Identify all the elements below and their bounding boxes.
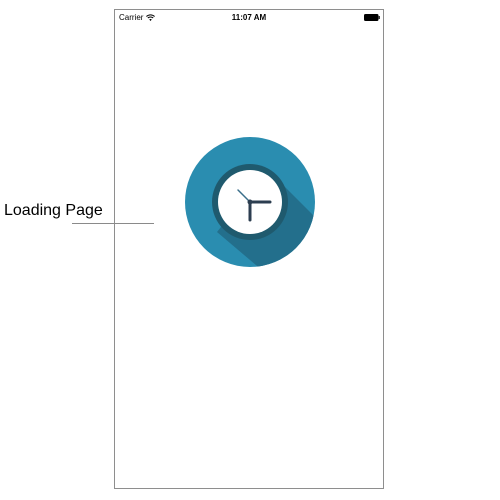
phone-frame: Carrier 11:07 AM [114,9,384,489]
clock-icon [185,137,315,267]
status-bar: Carrier 11:07 AM [115,10,383,27]
canvas: Carrier 11:07 AM Loading Page [0,0,500,500]
status-time: 11:07 AM [231,13,267,22]
annotation-line [72,223,154,224]
battery-icon [364,14,380,21]
annotation-label: Loading Page [4,202,103,219]
